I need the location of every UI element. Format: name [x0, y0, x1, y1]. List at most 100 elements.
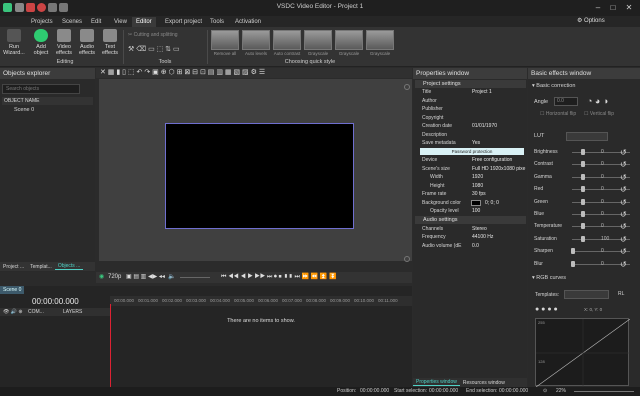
menu-edit[interactable]: Edit: [87, 17, 105, 27]
slider-row-contrast[interactable]: Contrast 0 ↺: [530, 159, 630, 169]
lut-dropdown[interactable]: [566, 132, 608, 141]
add-object-button[interactable]: Add object: [30, 29, 52, 56]
slider-row-red[interactable]: Red 0 ↺: [530, 184, 630, 194]
quick-style-thumb[interactable]: [273, 30, 301, 50]
prop-description-row[interactable]: Description: [415, 131, 525, 139]
search-objects-input[interactable]: Search objects: [2, 84, 80, 94]
slider-knob[interactable]: [581, 161, 585, 168]
prop-device-row[interactable]: Device Free configuration: [415, 156, 525, 164]
time-ruler[interactable]: 00:00.000 00:01.000 00:02.000 00:03.000 …: [110, 296, 412, 306]
playback-controls-left[interactable]: ▣ ▤ ▥ ◀▶ ◂◂: [126, 272, 165, 283]
color-swatch[interactable]: [471, 199, 481, 206]
reset-icon[interactable]: ↺: [620, 247, 627, 257]
menu-projects[interactable]: Projects: [27, 17, 57, 27]
scene-canvas[interactable]: [165, 123, 354, 229]
minimize-button[interactable]: –: [592, 2, 604, 13]
prop-copyright-row[interactable]: Copyright: [415, 114, 525, 122]
slider-knob[interactable]: [581, 173, 585, 180]
quick-style-thumb[interactable]: [335, 30, 363, 50]
prop-publisher-row[interactable]: Publisher: [415, 105, 525, 113]
slider-knob[interactable]: [581, 235, 585, 242]
slider-row-gamma[interactable]: Gamma 0 ↺: [530, 172, 630, 182]
tab-resources-window[interactable]: Resources window: [460, 380, 508, 386]
prop-save-metadata-row[interactable]: Save metadata Yes: [415, 139, 525, 147]
audio-effects-button[interactable]: Audio effects: [76, 29, 98, 56]
menu-export-project[interactable]: Export project: [161, 17, 206, 27]
menu-tools[interactable]: Tools: [206, 17, 228, 27]
reset-icon[interactable]: ↺: [620, 235, 627, 245]
slider-row-blur[interactable]: Blur 0 ↺: [530, 259, 630, 269]
slider-knob[interactable]: [581, 149, 585, 155]
video-effects-button[interactable]: Video effects: [53, 29, 75, 56]
tab-properties-window[interactable]: Properties window: [413, 379, 460, 386]
angle-input[interactable]: 0.0: [554, 97, 578, 106]
reset-icon[interactable]: ↺: [620, 210, 627, 220]
menu-view[interactable]: View: [110, 17, 131, 27]
slider-row-temperature[interactable]: Temperature 0 ↺: [530, 221, 630, 231]
project-settings-section[interactable]: Project settings: [415, 80, 526, 88]
run-wizard-button[interactable]: Run Wizard...: [3, 29, 25, 56]
zoom-fit-icon[interactable]: ⊙: [543, 387, 547, 396]
prop-width-row[interactable]: Width 1920: [415, 173, 525, 181]
menu-editor[interactable]: Editor: [132, 17, 156, 27]
menu-activation[interactable]: Activation: [231, 17, 265, 27]
prop-background-color-row[interactable]: Background color 0; 0; 0: [415, 199, 525, 207]
slider-row-sharpen[interactable]: Sharpen 0 ↺: [530, 246, 630, 256]
rgb-curve-editor[interactable]: 255 128: [535, 318, 631, 388]
playback-controls[interactable]: ⏮ ◀◀ ◀ ▶ ▶▶ ⏭ ⏺ ⏹ ▮▮ ⏭ ⏩ ⏪ ⏫ ⏬: [221, 272, 336, 283]
reset-icon[interactable]: ↺: [620, 222, 627, 232]
preview-toggle-icon[interactable]: ◉: [99, 272, 104, 283]
reset-icon[interactable]: ↺: [620, 173, 627, 183]
vertical-flip-checkbox[interactable]: ☐ Vertical flip: [584, 111, 614, 117]
reset-icon[interactable]: ↺: [620, 260, 627, 270]
prop-opacity-row[interactable]: Opacity level 100: [415, 207, 525, 215]
slider-row-green[interactable]: Green 0 ↺: [530, 197, 630, 207]
rgb-curves-section[interactable]: ▾ RGB curves: [532, 275, 566, 281]
scroll-handle-icon[interactable]: [404, 256, 410, 262]
reset-icon[interactable]: ↺: [620, 160, 627, 170]
options-button[interactable]: ⚙ Options: [577, 17, 605, 24]
reset-icon[interactable]: ↺: [620, 185, 627, 195]
audio-settings-section[interactable]: Audio settings: [415, 216, 526, 224]
slider-row-blue[interactable]: Blue 0 ↺: [530, 209, 630, 219]
slider-knob[interactable]: [581, 223, 585, 230]
scroll-handle-icon[interactable]: [404, 84, 410, 90]
close-button[interactable]: ✕: [623, 2, 635, 13]
quick-style-thumb[interactable]: [242, 30, 270, 50]
scene-tab[interactable]: Scene 0: [0, 286, 24, 294]
scene-0-item[interactable]: Scene 0: [2, 106, 93, 115]
horizontal-flip-checkbox[interactable]: ☐ Horizontal flip: [540, 111, 576, 117]
rotate-icons[interactable]: ◔ ◕ ◑: [587, 96, 608, 106]
curve-channel-selectors[interactable]: ● ● ● ●: [535, 306, 558, 313]
tools-icons[interactable]: ⚒ ⌫ ▭ ⬚ ⇅ ▭: [128, 45, 180, 53]
templates-dropdown[interactable]: [564, 290, 609, 299]
quick-style-thumb[interactable]: [211, 30, 239, 50]
slider-row-brightness[interactable]: Brightness 0 ↺: [530, 147, 630, 157]
quality-select[interactable]: 720p: [108, 272, 121, 283]
slider-knob[interactable]: [571, 248, 576, 255]
tab-projects[interactable]: Project ...: [0, 264, 27, 270]
slider-knob[interactable]: [581, 211, 585, 217]
tab-objects[interactable]: Objects ...: [54, 263, 84, 270]
playhead-line[interactable]: [110, 304, 111, 388]
menu-scenes[interactable]: Scenes: [58, 17, 86, 27]
prop-scene-size-row[interactable]: Scene's size Full HD 1920x1080 pixe: [415, 165, 525, 173]
basic-correction-section[interactable]: ▾ Basic correction: [532, 83, 575, 89]
volume-slider[interactable]: [180, 277, 210, 278]
prop-frequency-row[interactable]: Frequency 44100 Hz: [415, 233, 525, 241]
maximize-button[interactable]: □: [607, 2, 619, 13]
prop-frame-rate-row[interactable]: Frame rate 30 fps: [415, 190, 525, 198]
track-visibility-icons[interactable]: 👁 🔊 ⊕: [3, 308, 23, 316]
volume-icon[interactable]: 🔈: [168, 272, 175, 283]
slider-row-saturation[interactable]: Saturation 100 ↺: [530, 234, 630, 244]
editor-toolbar-icons[interactable]: ✕ ▦ ▮ ▯ ⬚ ↶ ↷ ▣ ⊕ ⬡ ⊞ ⊠ ⊟ ⊡ ▤ ▥ ▦ ▧ ▨ ⚙ …: [100, 68, 265, 76]
reset-icon[interactable]: ↺: [620, 198, 627, 208]
text-effects-button[interactable]: Text effects: [99, 29, 121, 56]
prop-creation-date-row[interactable]: Creation date 01/01/1970: [415, 122, 525, 130]
quick-style-thumb[interactable]: [366, 30, 394, 50]
curve-mode-icon[interactable]: RL: [618, 291, 624, 297]
slider-knob[interactable]: [581, 186, 585, 193]
tab-templates[interactable]: Templat...: [27, 264, 55, 270]
prop-channels-row[interactable]: Channels Stereo: [415, 225, 525, 233]
quick-style-thumb[interactable]: [304, 30, 332, 50]
